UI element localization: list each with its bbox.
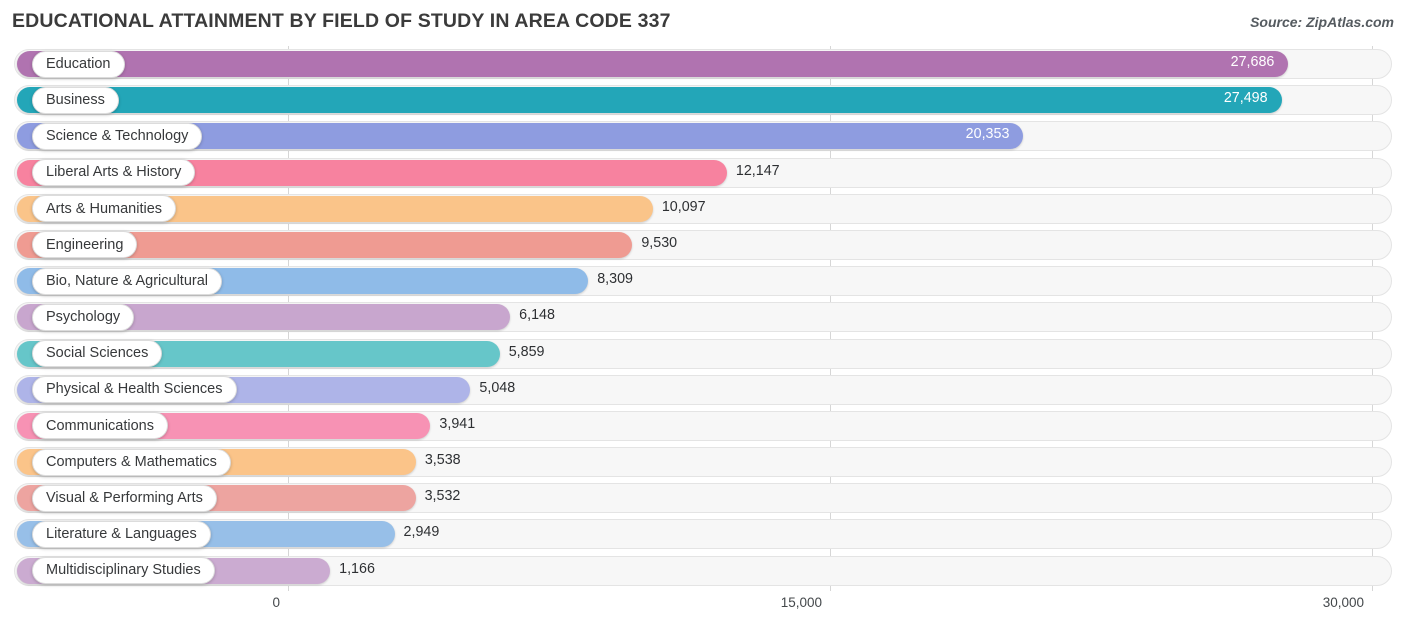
- bar-value-label: 3,538: [424, 452, 461, 469]
- bar-value-label: 27,686: [1230, 54, 1275, 70]
- bar-row[interactable]: Literature & Languages 2,949: [0, 516, 1406, 552]
- bar-row[interactable]: Communications 3,941: [0, 408, 1406, 444]
- page-title: EDUCATIONAL ATTAINMENT BY FIELD OF STUDY…: [12, 10, 671, 32]
- category-label-pill: Literature & Languages: [32, 520, 211, 548]
- bar-value-label: 27,498: [1223, 90, 1268, 107]
- bar[interactable]: [17, 51, 1289, 77]
- category-label: Psychology: [46, 309, 121, 326]
- source-attribution: Source: ZipAtlas.com: [1250, 14, 1394, 30]
- bar-row[interactable]: Multidisciplinary Studies 1,166: [0, 553, 1406, 589]
- category-label-pill: Arts & Humanities: [32, 195, 177, 223]
- bar-value-label: 8,309: [597, 271, 633, 288]
- bar-value-label: 1,166: [339, 560, 375, 577]
- bar-row[interactable]: Visual & Performing Arts 3,532: [0, 480, 1406, 516]
- chart-page: EDUCATIONAL ATTAINMENT BY FIELD OF STUDY…: [0, 0, 1406, 631]
- category-label-pill: Communications: [32, 412, 168, 440]
- category-label: Engineering: [46, 236, 124, 253]
- category-label-pill: Liberal Arts & History: [32, 159, 196, 187]
- bar-row[interactable]: Engineering 9,530: [0, 227, 1406, 263]
- bar-row[interactable]: Arts & Humanities 10,097: [0, 191, 1406, 227]
- category-label: Business: [46, 91, 105, 108]
- category-label-pill: Social Sciences: [32, 340, 163, 367]
- category-label: Bio, Nature & Agricultural: [46, 272, 208, 289]
- category-label: Social Sciences: [46, 345, 149, 362]
- axis-tick-label: 15,000: [780, 595, 822, 610]
- category-label: Physical & Health Sciences: [46, 381, 223, 398]
- category-label-pill: Engineering: [32, 231, 138, 259]
- bar[interactable]: [17, 87, 1282, 114]
- category-label-pill: Business: [32, 86, 119, 114]
- category-label: Liberal Arts & History: [46, 164, 182, 181]
- bar-value-label: 2,949: [403, 524, 440, 541]
- category-label-pill: Bio, Nature & Agricultural: [32, 267, 222, 295]
- axis-tick-label: 30,000: [1322, 595, 1364, 610]
- bar-value-label: 5,048: [479, 379, 516, 396]
- category-label: Visual & Performing Arts: [46, 490, 203, 506]
- category-label: Arts & Humanities: [46, 200, 163, 217]
- bar-value-label: 3,532: [424, 488, 461, 505]
- category-label: Literature & Languages: [46, 526, 197, 543]
- category-label: Computers & Mathematics: [46, 453, 217, 470]
- category-label: Communications: [46, 417, 154, 434]
- category-label-pill: Physical & Health Sciences: [32, 376, 237, 404]
- category-label-pill: Computers & Mathematics: [32, 448, 231, 476]
- bar-value-label: 5,859: [508, 343, 545, 360]
- category-label-pill: Psychology: [32, 303, 135, 331]
- bar-value-label: 6,148: [519, 307, 555, 324]
- bar-row[interactable]: Social Sciences 5,859: [0, 336, 1406, 372]
- bar-row[interactable]: Psychology 6,148: [0, 299, 1406, 335]
- category-label: Science & Technology: [46, 128, 189, 145]
- chart-plot-area: Education 27,686 Business 27,498 Science & T…: [0, 46, 1406, 591]
- category-label-pill: Science & Technology: [32, 122, 203, 150]
- bar-row[interactable]: Physical & Health Sciences 5,048: [0, 372, 1406, 408]
- bar-value-label: 10,097: [661, 198, 706, 215]
- category-label-pill: Multidisciplinary Studies: [32, 557, 215, 585]
- chart-header: EDUCATIONAL ATTAINMENT BY FIELD OF STUDY…: [0, 0, 1406, 46]
- bar-row[interactable]: Business 27,498: [0, 82, 1406, 118]
- x-axis: 0 15,000 30,000: [0, 591, 1406, 631]
- bar-value-label: 3,941: [439, 415, 476, 432]
- bar-value-label: 9,530: [641, 234, 678, 251]
- category-label-pill: Visual & Performing Arts: [32, 484, 217, 512]
- category-label-pill: Education: [32, 50, 125, 78]
- bar-row[interactable]: Education 27,686: [0, 46, 1406, 82]
- bar-rows: Education 27,686 Business 27,498 Science & T…: [0, 46, 1406, 589]
- category-label: Multidisciplinary Studies: [46, 562, 201, 579]
- bar-value-label: 12,147: [735, 162, 780, 179]
- bar-row[interactable]: Computers & Mathematics 3,538: [0, 444, 1406, 480]
- bar-row[interactable]: Science & Technology 20,353: [0, 118, 1406, 154]
- bar-row[interactable]: Bio, Nature & Agricultural 8,309: [0, 263, 1406, 299]
- bar-value-label: 20,353: [965, 126, 1010, 143]
- axis-tick-label: 0: [272, 595, 280, 610]
- bar-row[interactable]: Liberal Arts & History 12,147: [0, 155, 1406, 191]
- category-label: Education: [46, 55, 111, 72]
